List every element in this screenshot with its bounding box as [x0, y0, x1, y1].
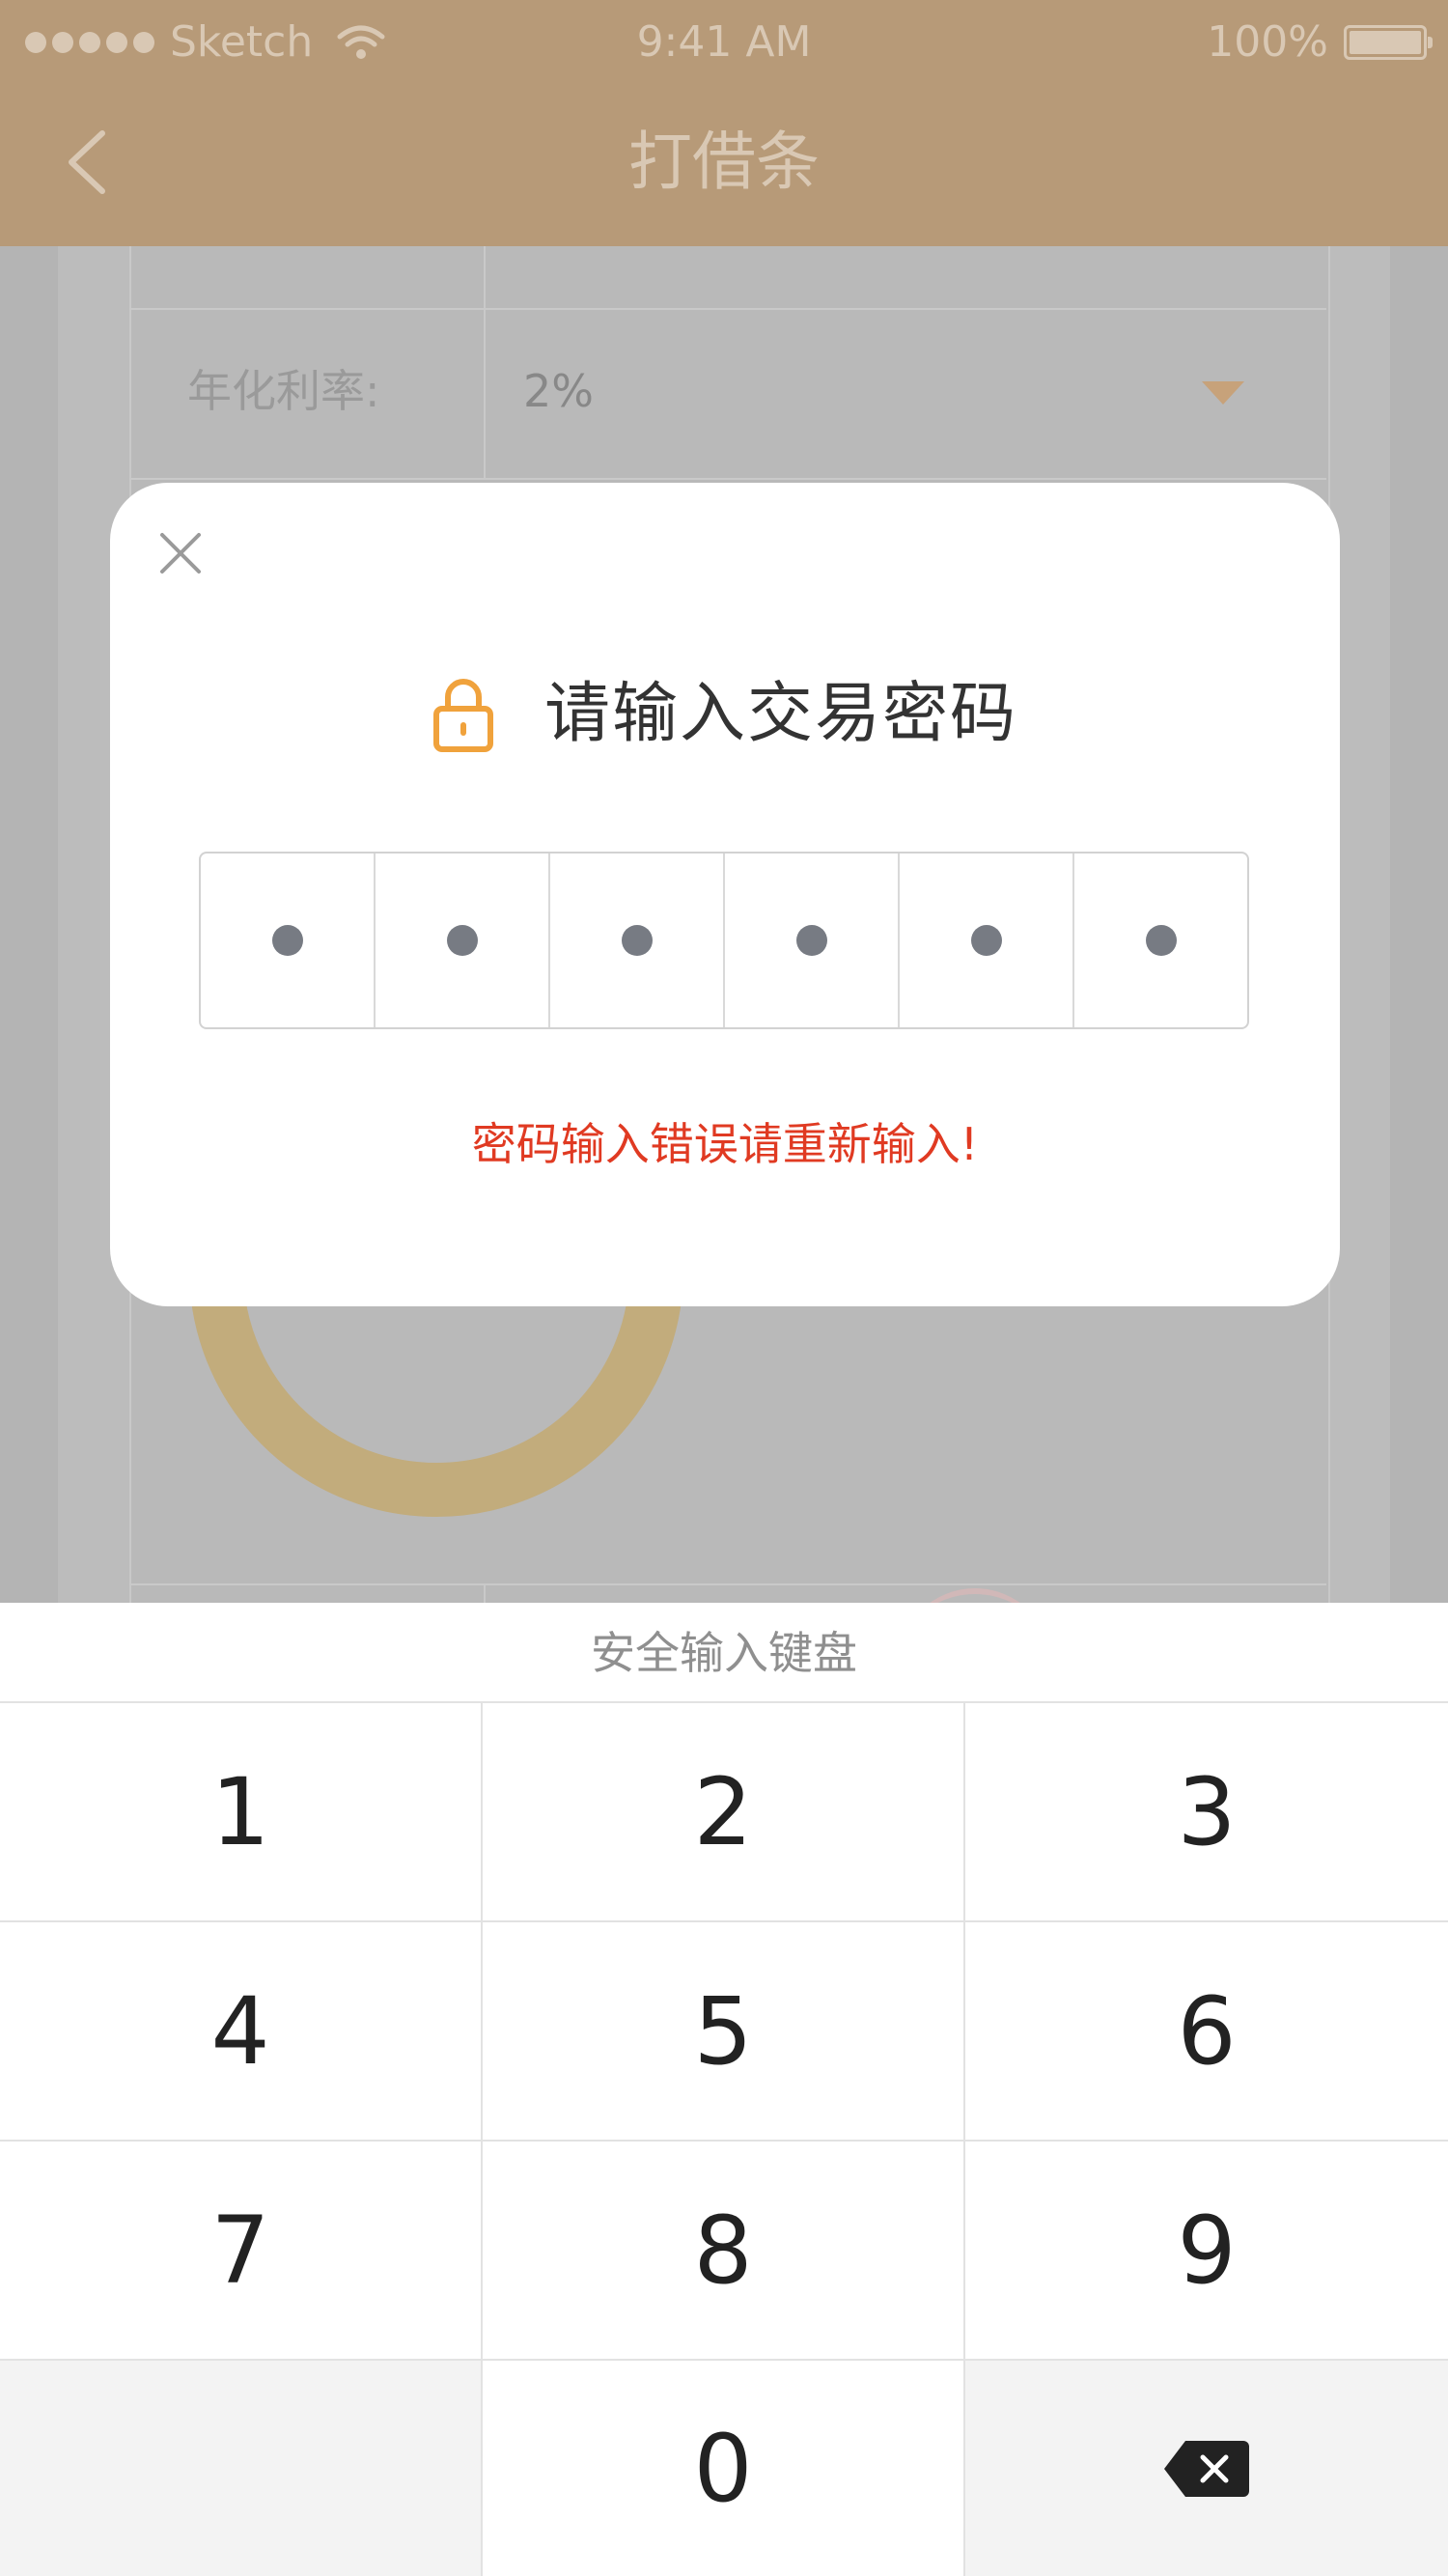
status-bar: Sketch 9:41 AM 100%	[0, 0, 1448, 85]
key-2[interactable]: 2	[483, 1703, 965, 1922]
pin-dot	[970, 925, 1002, 956]
pin-cell	[550, 854, 725, 1027]
form-column-divider	[484, 1583, 486, 1603]
key-1[interactable]: 1	[0, 1703, 483, 1922]
key-6[interactable]: 6	[965, 1922, 1448, 2142]
key-blank	[0, 2361, 483, 2576]
key-3[interactable]: 3	[965, 1703, 1448, 1922]
pin-dot	[1145, 925, 1177, 956]
pin-cell	[1074, 854, 1247, 1027]
key-5[interactable]: 5	[483, 1922, 965, 2142]
top-bar: Sketch 9:41 AM 100% 打借条	[0, 0, 1448, 246]
error-message: 密码输入错误请重新输入!	[471, 1118, 979, 1170]
pin-dot	[795, 925, 827, 956]
battery-icon	[1344, 25, 1433, 60]
form-column-divider	[484, 246, 486, 478]
lock-icon	[432, 679, 493, 752]
backspace-icon	[1164, 2440, 1249, 2497]
password-dialog: 请输入交易密码 密码输入错误请重新输入!	[110, 483, 1340, 1306]
battery-percent: 100%	[1207, 17, 1328, 67]
form-divider	[129, 1583, 1326, 1585]
key-4[interactable]: 4	[0, 1922, 483, 2142]
key-9[interactable]: 9	[965, 2142, 1448, 2361]
pin-cell	[376, 854, 550, 1027]
pin-cell	[725, 854, 900, 1027]
pin-input[interactable]	[199, 852, 1249, 1029]
close-icon[interactable]	[158, 531, 203, 575]
secure-keyboard: 安全输入键盘 1 2 3 4 5 6 7 8 9 0	[0, 1603, 1448, 2576]
key-0[interactable]: 0	[483, 2361, 965, 2576]
rate-label: 年化利率:	[187, 365, 380, 417]
pin-dot	[271, 925, 303, 956]
rate-value[interactable]: 2%	[523, 362, 594, 420]
pin-dot	[621, 925, 653, 956]
keypad: 1 2 3 4 5 6 7 8 9 0	[0, 1703, 1448, 2576]
dialog-title: 请输入交易密码	[543, 676, 1017, 752]
pin-dot	[446, 925, 478, 956]
delete-key[interactable]	[965, 2361, 1448, 2576]
status-right: 100%	[1207, 14, 1433, 71]
keyboard-title: 安全输入键盘	[0, 1603, 1448, 1703]
key-8[interactable]: 8	[483, 2142, 965, 2361]
dialog-header: 请输入交易密码	[110, 666, 1340, 763]
pin-cell	[900, 854, 1074, 1027]
triangle-down-icon[interactable]	[1202, 381, 1244, 405]
pin-cell	[201, 854, 376, 1027]
key-7[interactable]: 7	[0, 2142, 483, 2361]
form-divider	[129, 478, 1326, 480]
form-divider	[129, 308, 1326, 310]
page-title: 打借条	[628, 125, 820, 199]
